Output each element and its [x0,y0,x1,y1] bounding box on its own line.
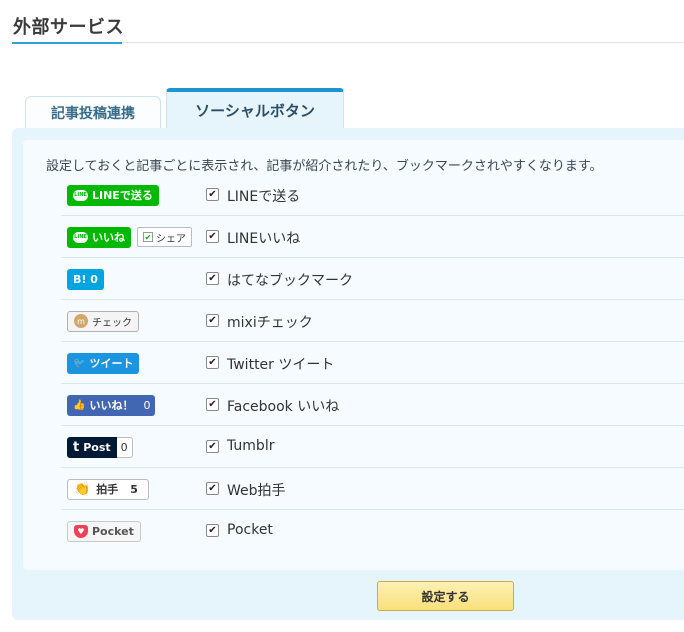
share-check-icon: ✔ [143,232,153,242]
tumblr-label: Tumblr [227,438,275,454]
service-row-facebook: 👍 いいね！ 0 ✔ Facebook いいね [61,384,684,426]
service-row-line-send: LINE LINEで送る ✔ LINEで送る [61,174,684,216]
page-title: 外部サービス [13,17,124,38]
line-share-box: ✔ シェア [137,227,192,247]
twitter-bird-icon: 🐦 [73,357,86,369]
service-row-twitter: 🐦 ツイート ✔ Twitter ツイート [61,342,684,384]
mixi-checkbox[interactable]: ✔ [206,314,219,327]
line-share-text: シェア [156,233,186,245]
service-row-line-like: LINE いいね ✔ シェア ✔ LINEいいね [61,216,684,258]
pocket-icon: ♥ [74,524,88,538]
hatena-checkbox[interactable]: ✔ [206,272,219,285]
line-send-badge: LINE LINEで送る [67,184,159,206]
web-clap-checkbox[interactable]: ✔ [206,482,219,495]
submit-settings-button[interactable]: 設定する [377,581,514,611]
thumbs-up-icon: 👍 [73,399,86,411]
web-clap-count: 5 [130,482,138,496]
panel-description: 設定しておくと記事ごとに表示され、記事が紹介されたり、ブックマークされやすくなり… [46,159,603,174]
mixi-label: mixiチェック [227,315,313,331]
web-clap-label: Web拍手 [227,483,286,499]
mixi-badge-text: チェック [92,317,132,329]
tab-article-post-link[interactable]: 記事投稿連携 [25,96,161,129]
facebook-badge-text: いいね！ [89,399,134,412]
web-clap-badge: 👏 拍手 5 [67,478,149,500]
hatena-label: はてなブックマーク [227,273,353,289]
clap-hand-icon: 👏 [74,481,91,497]
service-row-hatena: B! 0 ✔ はてなブックマーク [61,258,684,300]
twitter-badge-text: ツイート [89,357,134,370]
pocket-badge-text: Pocket [92,524,134,538]
web-clap-badge-text: 拍手 [96,483,119,496]
facebook-label: Facebook いいね [227,399,340,415]
line-icon: LINE [73,231,88,243]
pocket-badge: ♥ Pocket [67,520,141,542]
service-row-web-clap: 👏 拍手 5 ✔ Web拍手 [61,468,684,510]
line-send-checkbox[interactable]: ✔ [206,188,219,201]
pocket-label: Pocket [227,522,273,538]
service-row-tumblr: t Post 0 ✔ Tumblr [61,426,684,468]
line-like-label: LINEいいね [227,231,301,247]
pocket-checkbox[interactable]: ✔ [206,524,219,537]
twitter-label: Twitter ツイート [227,357,335,373]
line-like-checkbox[interactable]: ✔ [206,230,219,243]
facebook-badge: 👍 いいね！ [67,394,140,416]
title-accent-bar [12,42,122,44]
service-row-mixi: m チェック ✔ mixiチェック [61,300,684,342]
tumblr-icon: t [73,439,80,455]
line-like-badge: LINE いいね [67,226,131,248]
tumblr-badge: t Post [67,436,117,458]
hatena-badge: B! 0 [67,268,104,290]
line-send-badge-text: LINEで送る [92,189,153,202]
tab-social-buttons[interactable]: ソーシャルボタン [166,88,344,129]
service-row-pocket: ♥ Pocket ✔ Pocket [61,510,684,552]
tumblr-checkbox[interactable]: ✔ [206,440,219,453]
facebook-count: 0 [139,394,156,416]
tumblr-count: 0 [116,436,133,458]
mixi-icon: m [74,314,88,328]
hatena-badge-text: B! 0 [73,272,98,286]
line-icon: LINE [73,189,88,201]
mixi-badge: m チェック [67,310,139,332]
tumblr-badge-text: Post [83,440,111,454]
line-send-label: LINEで送る [227,189,301,205]
twitter-badge: 🐦 ツイート [67,352,140,374]
facebook-checkbox[interactable]: ✔ [206,398,219,411]
twitter-checkbox[interactable]: ✔ [206,356,219,369]
line-like-badge-text: いいね [92,231,125,244]
